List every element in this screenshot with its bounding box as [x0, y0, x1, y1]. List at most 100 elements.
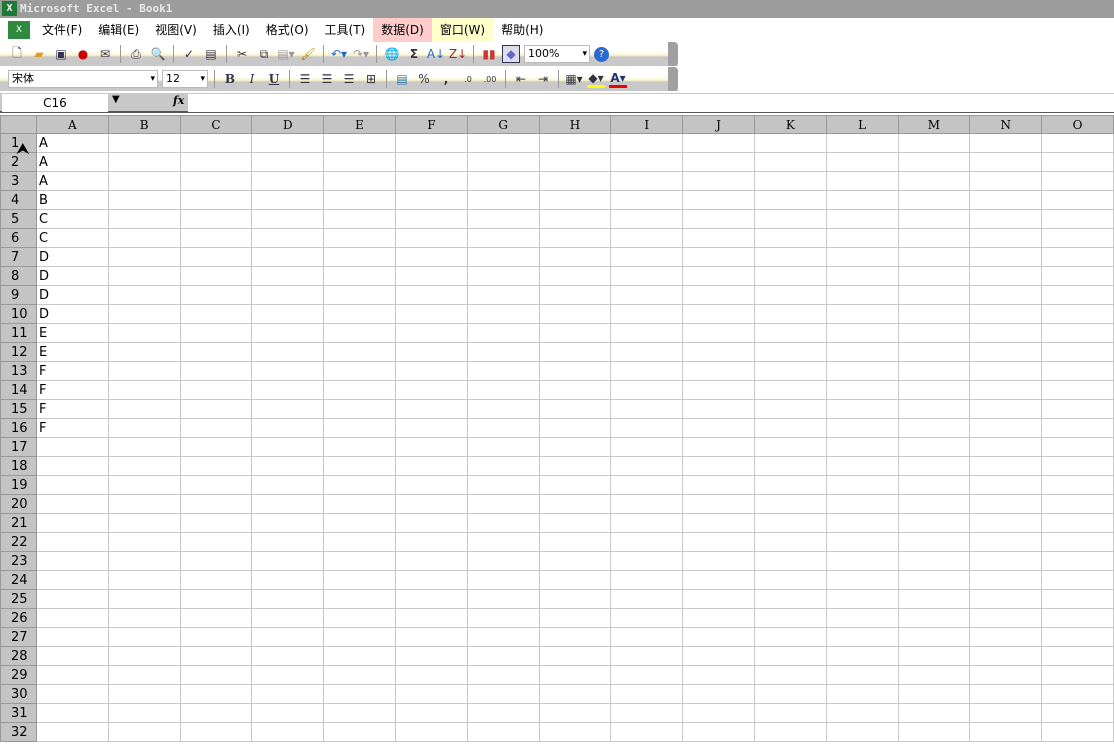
- row-header[interactable]: 14: [0, 380, 37, 400]
- cell[interactable]: [394, 722, 468, 742]
- cell[interactable]: [682, 152, 755, 172]
- cell[interactable]: [753, 665, 827, 685]
- cell[interactable]: [682, 551, 755, 571]
- cell[interactable]: B: [35, 190, 109, 210]
- cell[interactable]: [323, 190, 396, 210]
- cell[interactable]: [753, 608, 827, 628]
- cell[interactable]: [1041, 171, 1114, 191]
- cell[interactable]: [538, 228, 612, 248]
- cell[interactable]: [969, 266, 1043, 286]
- cell[interactable]: [466, 133, 540, 153]
- cell[interactable]: [251, 190, 325, 210]
- cell[interactable]: [969, 304, 1043, 324]
- decrease-decimal-icon[interactable]: .00: [481, 70, 499, 88]
- cell[interactable]: [610, 361, 684, 381]
- cell[interactable]: [682, 570, 755, 590]
- cell[interactable]: [682, 627, 755, 647]
- cell[interactable]: [682, 285, 755, 305]
- cell[interactable]: [897, 665, 971, 685]
- cell[interactable]: [753, 133, 827, 153]
- comma-button[interactable]: ,: [437, 70, 455, 88]
- cell[interactable]: [1041, 380, 1114, 400]
- cell[interactable]: F: [35, 380, 109, 400]
- column-header[interactable]: G: [466, 115, 540, 134]
- cell[interactable]: [825, 456, 899, 476]
- cell[interactable]: [538, 171, 612, 191]
- row-header[interactable]: 5: [0, 209, 37, 229]
- format-painter-icon[interactable]: 🖌: [299, 45, 317, 63]
- cell[interactable]: [251, 608, 325, 628]
- cell[interactable]: [179, 513, 253, 533]
- cell[interactable]: [610, 627, 684, 647]
- print-icon[interactable]: ⎙: [127, 45, 145, 63]
- cell[interactable]: [323, 399, 396, 419]
- cell[interactable]: F: [35, 418, 109, 438]
- row-header[interactable]: 16: [0, 418, 37, 438]
- cell[interactable]: [107, 266, 181, 286]
- cell[interactable]: [394, 323, 468, 343]
- cell[interactable]: [107, 323, 181, 343]
- underline-button[interactable]: U: [265, 70, 283, 88]
- cell[interactable]: [466, 589, 540, 609]
- column-header[interactable]: B: [107, 115, 181, 134]
- cell[interactable]: [1041, 266, 1114, 286]
- cell[interactable]: [682, 532, 755, 552]
- print-preview-icon[interactable]: 🔍: [149, 45, 167, 63]
- cell[interactable]: [107, 665, 181, 685]
- cell[interactable]: [1041, 456, 1114, 476]
- cell[interactable]: [538, 513, 612, 533]
- cell[interactable]: [394, 475, 468, 495]
- cell[interactable]: [610, 380, 684, 400]
- cell[interactable]: [466, 570, 540, 590]
- cell[interactable]: [35, 684, 109, 704]
- cell[interactable]: [969, 190, 1043, 210]
- cell[interactable]: [323, 475, 396, 495]
- cell[interactable]: A: [35, 152, 109, 172]
- cell[interactable]: [251, 266, 325, 286]
- cell[interactable]: [610, 171, 684, 191]
- cell[interactable]: [107, 190, 181, 210]
- cell[interactable]: [323, 665, 396, 685]
- cell[interactable]: [969, 247, 1043, 267]
- cell[interactable]: [897, 380, 971, 400]
- cell[interactable]: [394, 209, 468, 229]
- row-header[interactable]: 23: [0, 551, 37, 571]
- cell[interactable]: [610, 665, 684, 685]
- cell[interactable]: [682, 646, 755, 666]
- cell[interactable]: [251, 342, 325, 362]
- cell[interactable]: [969, 437, 1043, 457]
- cell[interactable]: [179, 589, 253, 609]
- cell[interactable]: [610, 304, 684, 324]
- cell[interactable]: [35, 646, 109, 666]
- cell[interactable]: [897, 475, 971, 495]
- cell[interactable]: [179, 190, 253, 210]
- cell[interactable]: [179, 532, 253, 552]
- cell[interactable]: [107, 475, 181, 495]
- cell[interactable]: [610, 228, 684, 248]
- cell[interactable]: [825, 608, 899, 628]
- cell[interactable]: [969, 513, 1043, 533]
- cell[interactable]: [251, 646, 325, 666]
- cell[interactable]: [323, 513, 396, 533]
- help-icon[interactable]: ?: [594, 46, 609, 62]
- cell[interactable]: [466, 665, 540, 685]
- column-header[interactable]: L: [825, 115, 899, 134]
- cut-icon[interactable]: ✂: [233, 45, 251, 63]
- cell[interactable]: [825, 627, 899, 647]
- cell[interactable]: [897, 722, 971, 742]
- cell[interactable]: [753, 437, 827, 457]
- cell[interactable]: [394, 513, 468, 533]
- cell[interactable]: [1041, 589, 1114, 609]
- cell[interactable]: [825, 703, 899, 723]
- cell[interactable]: [969, 399, 1043, 419]
- menu-item[interactable]: 视图(V): [147, 18, 205, 42]
- cell[interactable]: [969, 703, 1043, 723]
- cell[interactable]: [323, 171, 396, 191]
- cell[interactable]: [753, 171, 827, 191]
- cell[interactable]: [682, 323, 755, 343]
- cell[interactable]: [251, 570, 325, 590]
- cell[interactable]: [538, 361, 612, 381]
- cell[interactable]: [251, 513, 325, 533]
- cell[interactable]: [825, 437, 899, 457]
- cell[interactable]: [35, 722, 109, 742]
